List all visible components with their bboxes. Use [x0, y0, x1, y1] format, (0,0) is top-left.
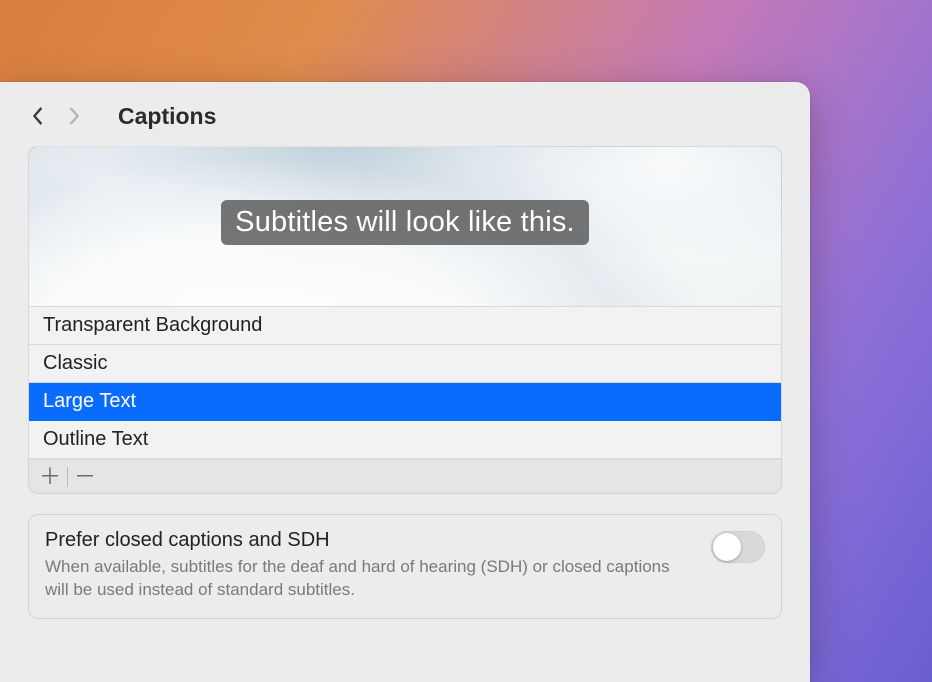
chevron-left-icon [30, 105, 46, 127]
settings-window: Captions Subtitles will look like this. … [0, 82, 810, 682]
caption-style-list: Transparent Background Classic Large Tex… [28, 306, 782, 460]
content: Subtitles will look like this. Transpare… [0, 146, 810, 639]
back-button[interactable] [24, 102, 52, 130]
toolbar-separator [67, 467, 68, 487]
prefer-sdh-label: Prefer closed captions and SDH [45, 529, 691, 552]
minus-icon: － [74, 466, 96, 488]
remove-style-button[interactable]: － [70, 463, 100, 491]
style-row-classic[interactable]: Classic [29, 345, 781, 383]
style-row-transparent-background[interactable]: Transparent Background [29, 306, 781, 345]
style-row-large-text[interactable]: Large Text [29, 383, 781, 421]
toggle-knob [713, 533, 741, 561]
chevron-right-icon [66, 105, 82, 127]
subtitle-preview: Subtitles will look like this. [28, 146, 782, 306]
header: Captions [0, 82, 810, 146]
prefer-sdh-toggle[interactable] [711, 531, 765, 563]
plus-icon: ＋ [39, 466, 61, 488]
add-style-button[interactable]: ＋ [35, 463, 65, 491]
prefer-sdh-description: When available, subtitles for the deaf a… [45, 556, 691, 602]
style-list-toolbar: ＋ － [28, 460, 782, 494]
subtitle-sample-text: Subtitles will look like this. [221, 200, 589, 245]
forward-button[interactable] [60, 102, 88, 130]
prefer-sdh-setting: Prefer closed captions and SDH When avai… [28, 514, 782, 619]
page-title: Captions [118, 103, 216, 130]
style-row-outline-text[interactable]: Outline Text [29, 421, 781, 459]
prefer-sdh-text: Prefer closed captions and SDH When avai… [45, 529, 691, 602]
